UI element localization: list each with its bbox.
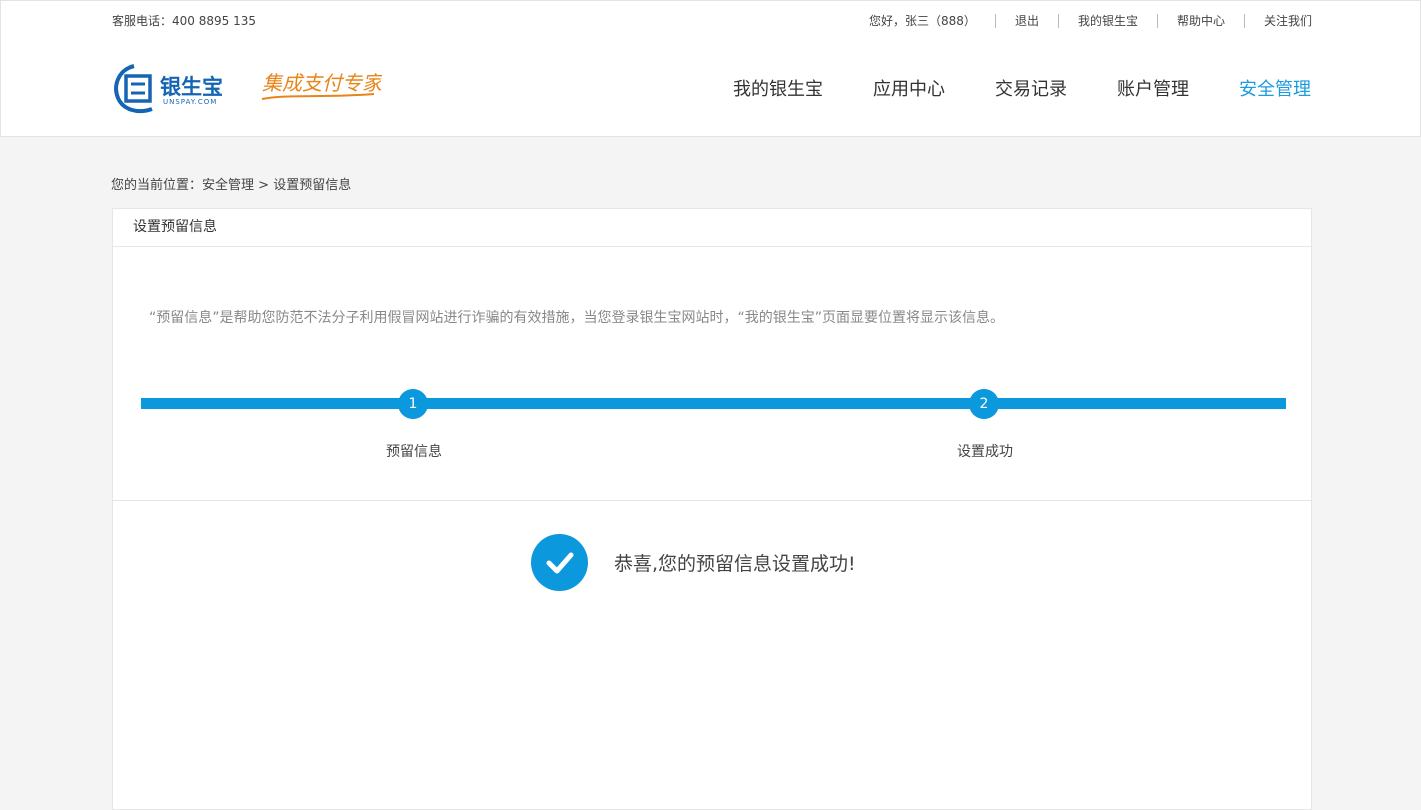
divider — [994, 13, 996, 28]
step-1-marker: 1 — [398, 389, 428, 419]
logout-link[interactable]: 退出 — [1015, 12, 1039, 29]
my-account-link[interactable]: 我的银生宝 — [1078, 12, 1138, 29]
divider — [1057, 13, 1059, 28]
main-nav: 我的银生宝 应用中心 交易记录 账户管理 安全管理 — [683, 75, 1311, 101]
panel-description: “预留信息”是帮助您防范不法分子利用假冒网站进行诈骗的有效措施，当您登录银生宝网… — [149, 310, 1005, 326]
brand-name-en: UNSPAY.COM — [163, 98, 217, 106]
check-circle-icon — [531, 534, 588, 591]
success-text: 恭喜,您的预留信息设置成功! — [614, 553, 856, 575]
brand-slogan: 集成支付专家 — [262, 71, 382, 95]
follow-us-link[interactable]: 关注我们 — [1264, 12, 1312, 29]
brand-name-cn: 银生宝 — [160, 75, 223, 99]
section-divider — [113, 500, 1311, 501]
nav-account-management[interactable]: 账户管理 — [1117, 75, 1189, 101]
reserved-info-panel: 设置预留信息 “预留信息”是帮助您防范不法分子利用假冒网站进行诈骗的有效措施，当… — [112, 208, 1312, 810]
panel-title: 设置预留信息 — [113, 209, 1311, 247]
breadcrumb-separator: > — [258, 178, 270, 193]
nav-app-center[interactable]: 应用中心 — [873, 75, 945, 101]
header: 银生宝 UNSPAY.COM 集成支付专家 我的银生宝 应用中心 交易记录 账户… — [0, 36, 1421, 137]
top-bar: 客服电话：400 8895 135 您好，张三（888） 退出 我的银生宝 帮助… — [0, 0, 1421, 37]
service-hotline: 客服电话：400 8895 135 — [112, 14, 256, 28]
divider — [1156, 13, 1158, 28]
brand-logo[interactable]: 银生宝 UNSPAY.COM 集成支付专家 — [112, 60, 382, 120]
nav-security-management[interactable]: 安全管理 — [1239, 75, 1311, 101]
help-center-link[interactable]: 帮助中心 — [1177, 12, 1225, 29]
divider — [1243, 13, 1245, 28]
step-1-label: 预留信息 — [386, 444, 442, 460]
nav-transactions[interactable]: 交易记录 — [995, 75, 1067, 101]
step-2-label: 设置成功 — [957, 444, 1013, 460]
top-links: 您好，张三（888） 退出 我的银生宝 帮助中心 关注我们 — [869, 12, 1312, 29]
user-greeting: 您好，张三（888） — [869, 14, 976, 28]
breadcrumb-section[interactable]: 安全管理 — [202, 178, 254, 193]
progress-track — [141, 398, 1286, 409]
breadcrumb-current: 设置预留信息 — [273, 178, 352, 193]
breadcrumb: 您的当前位置：安全管理 > 设置预留信息 — [111, 174, 351, 193]
success-message: 恭喜,您的预留信息设置成功! — [531, 534, 856, 591]
nav-my-account[interactable]: 我的银生宝 — [733, 75, 823, 101]
breadcrumb-prefix: 您的当前位置： — [111, 178, 203, 193]
step-2-marker: 2 — [969, 389, 999, 419]
